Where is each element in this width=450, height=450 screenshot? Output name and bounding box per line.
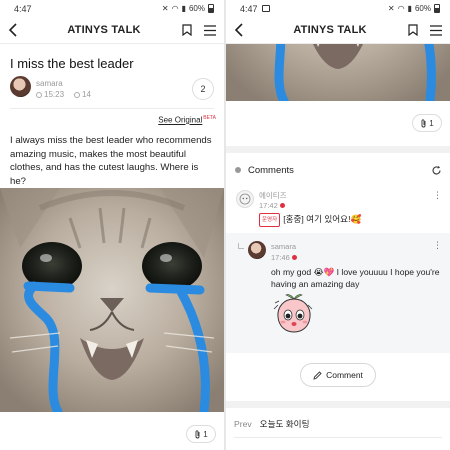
post-image[interactable] — [0, 188, 224, 412]
post-time-text: 15:23 — [44, 90, 65, 99]
back-button[interactable] — [226, 23, 252, 37]
bookmark-icon[interactable] — [182, 24, 192, 36]
beta-badge: BETA — [203, 115, 216, 121]
comment-author[interactable]: samara — [271, 242, 296, 251]
peach-sticker-icon — [273, 294, 313, 333]
app-bar: ATINYS TALK — [226, 17, 450, 44]
comment-text: oh my god 😭💖 I love youuuu I hope you're… — [271, 267, 440, 289]
menu-icon[interactable] — [204, 24, 216, 36]
post-meta: 15:23 14 — [36, 90, 91, 99]
see-original-link[interactable]: See OriginalBETA — [158, 115, 216, 125]
new-badge — [279, 203, 285, 208]
paperclip-icon — [195, 429, 200, 438]
wifi-icon: ◠ — [397, 4, 405, 13]
prev-label: Prev — [234, 419, 252, 429]
mascot-icon — [239, 193, 251, 205]
attachment-button[interactable]: 1 — [412, 114, 442, 132]
see-original-text: See Original — [158, 115, 203, 125]
write-comment-button[interactable]: Comment — [300, 363, 376, 387]
attachment-count: 1 — [429, 118, 434, 128]
status-time: 4:47 — [14, 3, 32, 14]
post-image[interactable] — [226, 44, 450, 101]
gallery-icon — [261, 5, 270, 12]
comment-time-text: 17:42 — [259, 201, 278, 210]
back-button[interactable] — [0, 23, 26, 37]
status-icons: ✕ ◠ ▮ 60% — [162, 4, 214, 13]
right-screen: 4:47 ✕ ◠ ▮ 60% ATINYS TALK 1 Comments 에이… — [226, 0, 450, 450]
comment-icon — [235, 167, 241, 173]
attachment-count: 1 — [203, 429, 208, 439]
comment-time: 17:46 — [271, 253, 297, 262]
app-bar: ATINYS TALK — [0, 17, 224, 44]
refresh-icon[interactable] — [431, 165, 442, 176]
bookmark-icon[interactable] — [408, 24, 418, 36]
attachment-button[interactable]: 1 — [186, 425, 216, 443]
kebab-icon[interactable]: ⋮ — [433, 240, 442, 251]
comment-author[interactable]: 에이티즈 — [259, 190, 287, 201]
prev-post-title: 오늘도 화이팅 — [259, 419, 310, 429]
new-badge — [291, 255, 297, 260]
post-author-row: samara 15:23 14 2 — [10, 74, 214, 104]
status-time: 4:47 — [240, 3, 258, 14]
pencil-icon — [313, 370, 322, 380]
comment-count-button[interactable]: 2 — [192, 78, 214, 100]
write-comment-label: Comment — [326, 370, 363, 380]
avatar[interactable] — [10, 76, 31, 97]
comment-item: 에이티즈 17:42 ⋮ 운영자 [홍중] 여기 있어요!🥰 — [226, 188, 450, 228]
divider — [234, 437, 442, 438]
status-bar: 4:47 ✕ ◠ ▮ 60% — [0, 0, 224, 17]
paperclip-icon — [421, 118, 426, 127]
avatar[interactable] — [248, 241, 266, 259]
back-arrow-icon — [8, 23, 17, 37]
battery-label: 60% — [188, 4, 205, 13]
section-separator — [226, 401, 450, 408]
section-separator — [226, 146, 450, 153]
comments-label: Comments — [248, 164, 294, 176]
status-bar: 4:47 ✕ ◠ ▮ 60% — [226, 0, 450, 17]
admin-badge: 운영자 — [259, 213, 281, 227]
kebab-icon[interactable]: ⋮ — [433, 190, 442, 201]
battery-icon — [434, 4, 440, 13]
post-views: 14 — [74, 90, 91, 99]
author-name[interactable]: samara — [36, 79, 63, 88]
divider — [10, 108, 214, 109]
post-title: I miss the best leader — [10, 56, 134, 71]
wifi-icon: ◠ — [171, 4, 179, 13]
back-arrow-icon — [234, 23, 243, 37]
signal-icon: ▮ — [181, 4, 186, 13]
signal-icon: ▮ — [407, 4, 412, 13]
post-views-text: 14 — [82, 90, 91, 99]
status-icons: ✕ ◠ ▮ 60% — [388, 4, 440, 13]
battery-label: 60% — [414, 4, 431, 13]
mute-icon: ✕ — [161, 4, 169, 13]
prev-post-link[interactable]: Prev 오늘도 화이팅 — [234, 418, 442, 430]
post-time: 15:23 — [36, 90, 64, 99]
battery-icon — [208, 4, 214, 13]
comment-time: 17:42 — [259, 201, 285, 210]
comments-header: Comments — [234, 160, 442, 180]
post-body: I always miss the best leader who recomm… — [10, 135, 212, 187]
comment-text-row: 운영자 [홍중] 여기 있어요!🥰 — [259, 213, 361, 227]
menu-icon[interactable] — [430, 24, 442, 36]
app-title: ATINYS TALK — [293, 24, 367, 36]
comment-time-text: 17:46 — [271, 253, 290, 262]
comment-reply-item: samara 17:46 ⋮ oh my god 😭💖 I love youuu… — [226, 240, 450, 350]
left-screen: 4:47 ✕ ◠ ▮ 60% ATINYS TALK I miss the be… — [0, 0, 224, 450]
comment-text: [홍중] 여기 있어요!🥰 — [283, 214, 362, 224]
mute-icon: ✕ — [387, 4, 395, 13]
view-icon — [74, 92, 81, 98]
avatar[interactable] — [236, 190, 254, 208]
app-title: ATINYS TALK — [67, 24, 141, 36]
clock-icon — [36, 92, 42, 98]
